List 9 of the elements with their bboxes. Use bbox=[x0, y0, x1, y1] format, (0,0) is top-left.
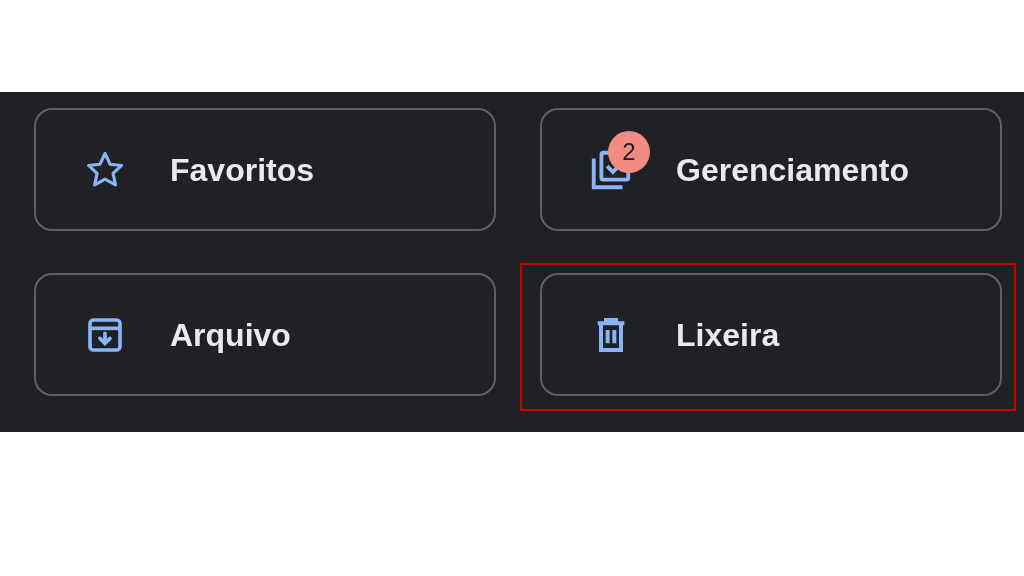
menu-button[interactable]: 2 Gerenciamento bbox=[540, 108, 1002, 231]
count-badge: 2 bbox=[608, 130, 650, 173]
button-label: Lixeira bbox=[676, 315, 780, 355]
button-label: Favoritos bbox=[170, 150, 315, 190]
menu-button[interactable]: Favoritos bbox=[34, 108, 496, 231]
menu-button[interactable]: Lixeira bbox=[540, 273, 1002, 396]
button-label: Arquivo bbox=[170, 315, 291, 355]
button-label: Gerenciamento bbox=[676, 150, 909, 190]
menu-button[interactable]: Arquivo bbox=[34, 273, 496, 396]
